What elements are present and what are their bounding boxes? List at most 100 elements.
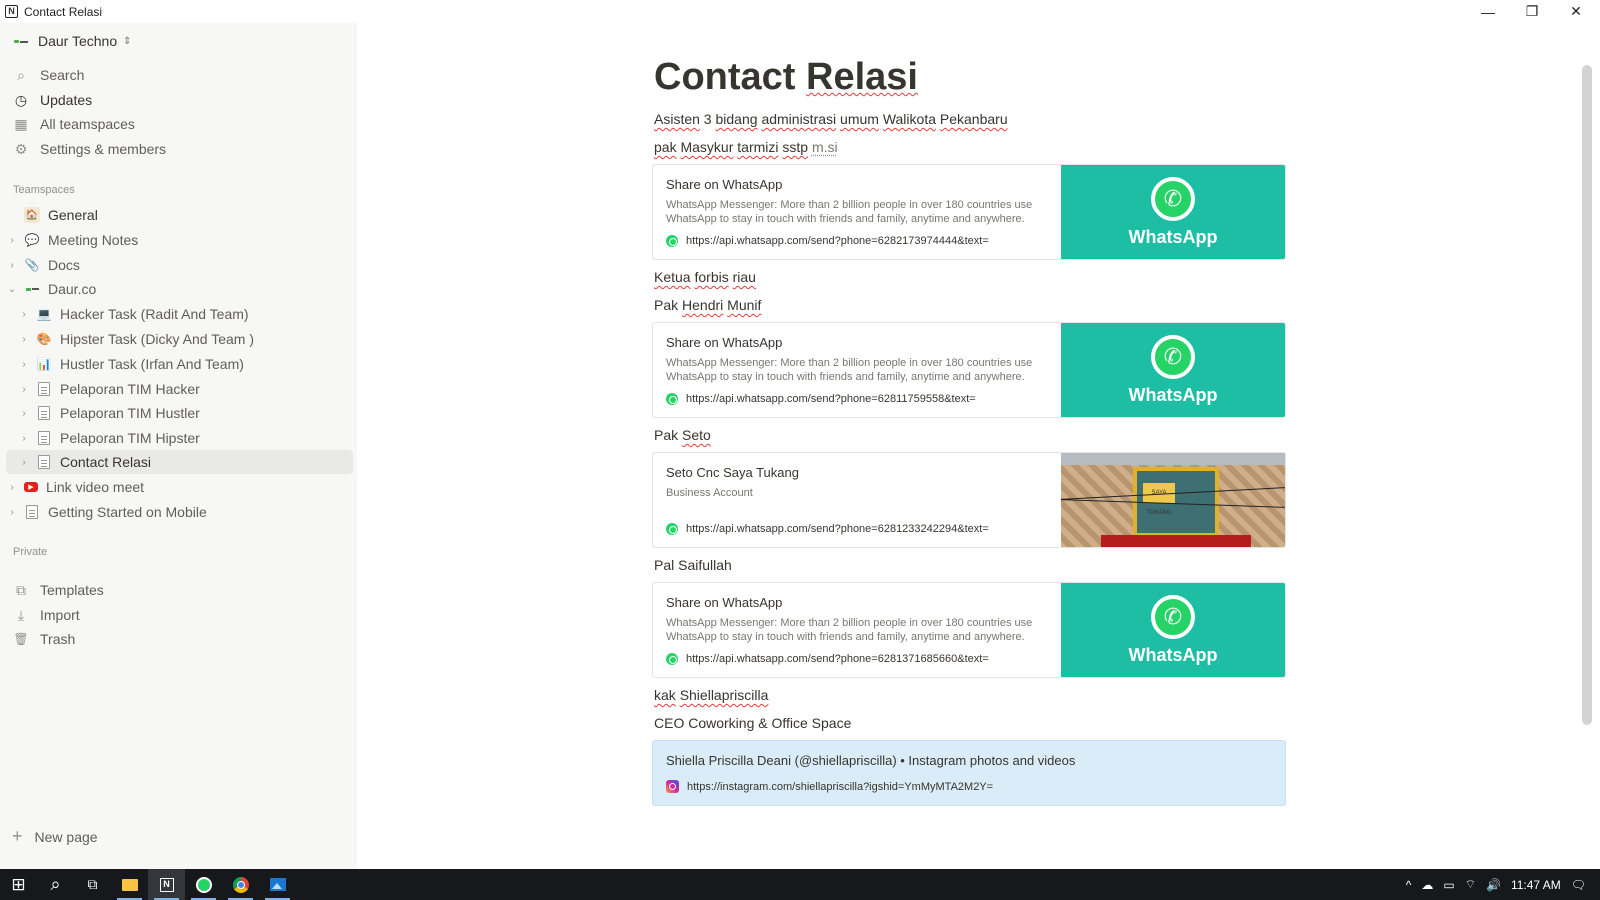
bookmark-seto[interactable]: Seto Cnc Saya Tukang Business Account ht… bbox=[652, 452, 1286, 548]
workspace-switcher[interactable]: Daur Techno ⇕ bbox=[14, 33, 132, 49]
chevron-right-icon[interactable]: › bbox=[18, 433, 30, 444]
bookmark-whatsapp-1[interactable]: Share on WhatsApp WhatsApp Messenger: Mo… bbox=[652, 164, 1286, 260]
task-view-icon[interactable]: ⧉ bbox=[74, 869, 111, 900]
whatsapp-preview-image: WhatsApp bbox=[1061, 583, 1285, 677]
switch-workspace-icon: ⇕ bbox=[123, 35, 132, 47]
maximize-button[interactable]: ❐ bbox=[1510, 0, 1554, 23]
windows-taskbar: ⊞ ⌕ ⧉ N ^ ☁ ▭ ⌔ 🔊 11:47 AM 🗨 bbox=[0, 869, 1600, 900]
text-block-hendri[interactable]: Pak Hendri Munif bbox=[654, 297, 761, 313]
sidebar-item-pelaporan-hipster[interactable]: › Pelaporan TIM Hipster bbox=[6, 426, 353, 450]
bookmark-url: https://api.whatsapp.com/send?phone=6282… bbox=[666, 235, 989, 247]
speech-bubble-icon: 💬 bbox=[24, 233, 40, 247]
sidebar-item-hipster-task[interactable]: › 🎨 Hipster Task (Dicky And Team ) bbox=[6, 327, 353, 351]
text-block-masykur[interactable]: pak Masykur tarmizi sstp m.si bbox=[654, 139, 838, 155]
text-block-shiella[interactable]: kak Shiellapriscilla bbox=[654, 687, 768, 703]
sidebar-item-hacker-task[interactable]: › 💻 Hacker Task (Radit And Team) bbox=[6, 302, 353, 326]
text-block-asisten[interactable]: Asisten 3 bidang administrasi umum Walik… bbox=[654, 111, 1008, 127]
file-explorer-icon[interactable] bbox=[111, 869, 148, 900]
chevron-right-icon[interactable]: › bbox=[18, 408, 30, 419]
nav-label: Updates bbox=[40, 92, 93, 108]
nav-import[interactable]: ⤓ Import bbox=[6, 603, 353, 627]
chevron-right-icon[interactable]: › bbox=[6, 260, 18, 271]
nav-label: Trash bbox=[40, 631, 76, 647]
bookmark-whatsapp-3[interactable]: Share on WhatsApp WhatsApp Messenger: Mo… bbox=[652, 582, 1286, 678]
sidebar-item-label: Hustler Task (Irfan And Team) bbox=[60, 356, 244, 372]
notion-icon[interactable]: N bbox=[148, 869, 185, 900]
sidebar-item-link-video-meet[interactable]: › ▶ Link video meet bbox=[6, 475, 353, 499]
volume-icon[interactable]: 🔊 bbox=[1486, 878, 1501, 892]
new-page-button[interactable]: + New page bbox=[12, 826, 98, 847]
wifi-icon[interactable]: ⌔ bbox=[1465, 877, 1476, 892]
sidebar-item-docs[interactable]: › 📎 Docs bbox=[6, 253, 353, 277]
whatsapp-favicon-icon bbox=[666, 235, 678, 247]
whatsapp-icon[interactable] bbox=[185, 869, 222, 900]
instagram-favicon-icon bbox=[666, 780, 679, 793]
battery-icon[interactable]: ▭ bbox=[1443, 878, 1454, 892]
bookmark-title: Share on WhatsApp bbox=[666, 335, 783, 350]
youtube-icon: ▶ bbox=[24, 482, 38, 492]
vertical-scrollbar[interactable] bbox=[1582, 65, 1592, 725]
search-icon[interactable]: ⌕ bbox=[37, 869, 74, 900]
page-content: Contact Relasi Asisten 3 bidang administ… bbox=[357, 23, 1600, 869]
text-block-saifullah[interactable]: Pal Saifullah bbox=[654, 557, 732, 573]
import-icon: ⤓ bbox=[17, 606, 25, 623]
whatsapp-preview-image: WhatsApp bbox=[1061, 165, 1285, 259]
whatsapp-logo-icon bbox=[1151, 594, 1195, 639]
sidebar: Daur Techno ⇕ ⌕ Search ◷ Updates ▦ All t… bbox=[0, 23, 357, 869]
chevron-right-icon[interactable]: › bbox=[6, 482, 18, 493]
teamspaces-icon: ▦ bbox=[14, 115, 28, 132]
clock[interactable]: 11:47 AM bbox=[1511, 878, 1561, 892]
page-title[interactable]: Contact Relasi bbox=[654, 56, 918, 99]
nav-settings-members[interactable]: ⚙ Settings & members bbox=[6, 137, 353, 161]
chevron-right-icon[interactable]: › bbox=[18, 457, 30, 468]
notification-icon[interactable]: 🗨 bbox=[1571, 878, 1586, 892]
bookmark-whatsapp-2[interactable]: Share on WhatsApp WhatsApp Messenger: Mo… bbox=[652, 322, 1286, 418]
chevron-right-icon[interactable]: › bbox=[18, 309, 30, 320]
page-icon bbox=[36, 381, 52, 397]
private-heading: Private bbox=[13, 546, 48, 558]
chevron-down-icon[interactable]: ⌄ bbox=[6, 284, 18, 295]
photos-icon[interactable] bbox=[259, 869, 296, 900]
nav-all-teamspaces[interactable]: ▦ All teamspaces bbox=[6, 112, 353, 136]
bookmark-title: Share on WhatsApp bbox=[666, 595, 783, 610]
text-block-seto[interactable]: Pak Seto bbox=[654, 427, 711, 443]
chevron-right-icon[interactable]: › bbox=[18, 334, 30, 345]
close-button[interactable]: ✕ bbox=[1554, 0, 1598, 23]
chevron-right-icon[interactable]: › bbox=[18, 359, 30, 370]
bookmark-title: Shiella Priscilla Deani (@shiellapriscil… bbox=[666, 753, 1076, 768]
bookmark-instagram[interactable]: Shiella Priscilla Deani (@shiellapriscil… bbox=[652, 740, 1286, 806]
show-hidden-icons-icon[interactable]: ^ bbox=[1406, 878, 1412, 892]
window-titlebar: N Contact Relasi — ❐ ✕ bbox=[0, 0, 1600, 23]
chevron-right-icon[interactable]: › bbox=[18, 384, 30, 395]
page-icon bbox=[36, 405, 52, 421]
sidebar-item-daur-co[interactable]: ⌄ Daur.co bbox=[6, 277, 353, 301]
bookmark-url: https://api.whatsapp.com/send?phone=6281… bbox=[666, 523, 989, 535]
sidebar-item-hustler-task[interactable]: › 📊 Hustler Task (Irfan And Team) bbox=[6, 352, 353, 376]
sidebar-item-general[interactable]: 🏠 General bbox=[6, 203, 353, 227]
sidebar-item-label: Hipster Task (Dicky And Team ) bbox=[60, 331, 254, 347]
sidebar-item-meeting-notes[interactable]: › 💬 Meeting Notes bbox=[6, 228, 353, 252]
workspace-name: Daur Techno bbox=[38, 33, 118, 49]
nav-templates[interactable]: ⧉ Templates bbox=[6, 578, 353, 602]
cloud-icon[interactable]: ☁ bbox=[1421, 878, 1433, 892]
windows-start-icon[interactable]: ⊞ bbox=[0, 869, 37, 900]
sidebar-item-contact-relasi[interactable]: › Contact Relasi bbox=[6, 450, 353, 474]
nav-search[interactable]: ⌕ Search bbox=[6, 63, 353, 87]
text-block-ceo[interactable]: CEO Coworking & Office Space bbox=[654, 715, 851, 731]
chevron-right-icon[interactable]: › bbox=[6, 507, 18, 518]
nav-trash[interactable]: 🗑 Trash bbox=[6, 627, 353, 651]
text-block-ketua[interactable]: Ketua forbis riau bbox=[654, 269, 756, 285]
sidebar-item-pelaporan-hustler[interactable]: › Pelaporan TIM Hustler bbox=[6, 401, 353, 425]
minimize-button[interactable]: — bbox=[1466, 0, 1510, 23]
whatsapp-logo-icon bbox=[1151, 176, 1195, 221]
sidebar-item-pelaporan-hacker[interactable]: › Pelaporan TIM Hacker bbox=[6, 377, 353, 401]
nav-updates[interactable]: ◷ Updates bbox=[6, 88, 353, 112]
page-icon bbox=[24, 504, 40, 520]
chrome-icon[interactable] bbox=[222, 869, 259, 900]
gear-icon: ⚙ bbox=[14, 140, 28, 157]
sidebar-item-getting-started[interactable]: › Getting Started on Mobile bbox=[6, 500, 353, 524]
chevron-right-icon[interactable]: › bbox=[6, 235, 18, 246]
whatsapp-favicon-icon bbox=[666, 653, 678, 665]
new-page-label: New page bbox=[34, 828, 98, 845]
nav-label: Templates bbox=[40, 582, 104, 598]
